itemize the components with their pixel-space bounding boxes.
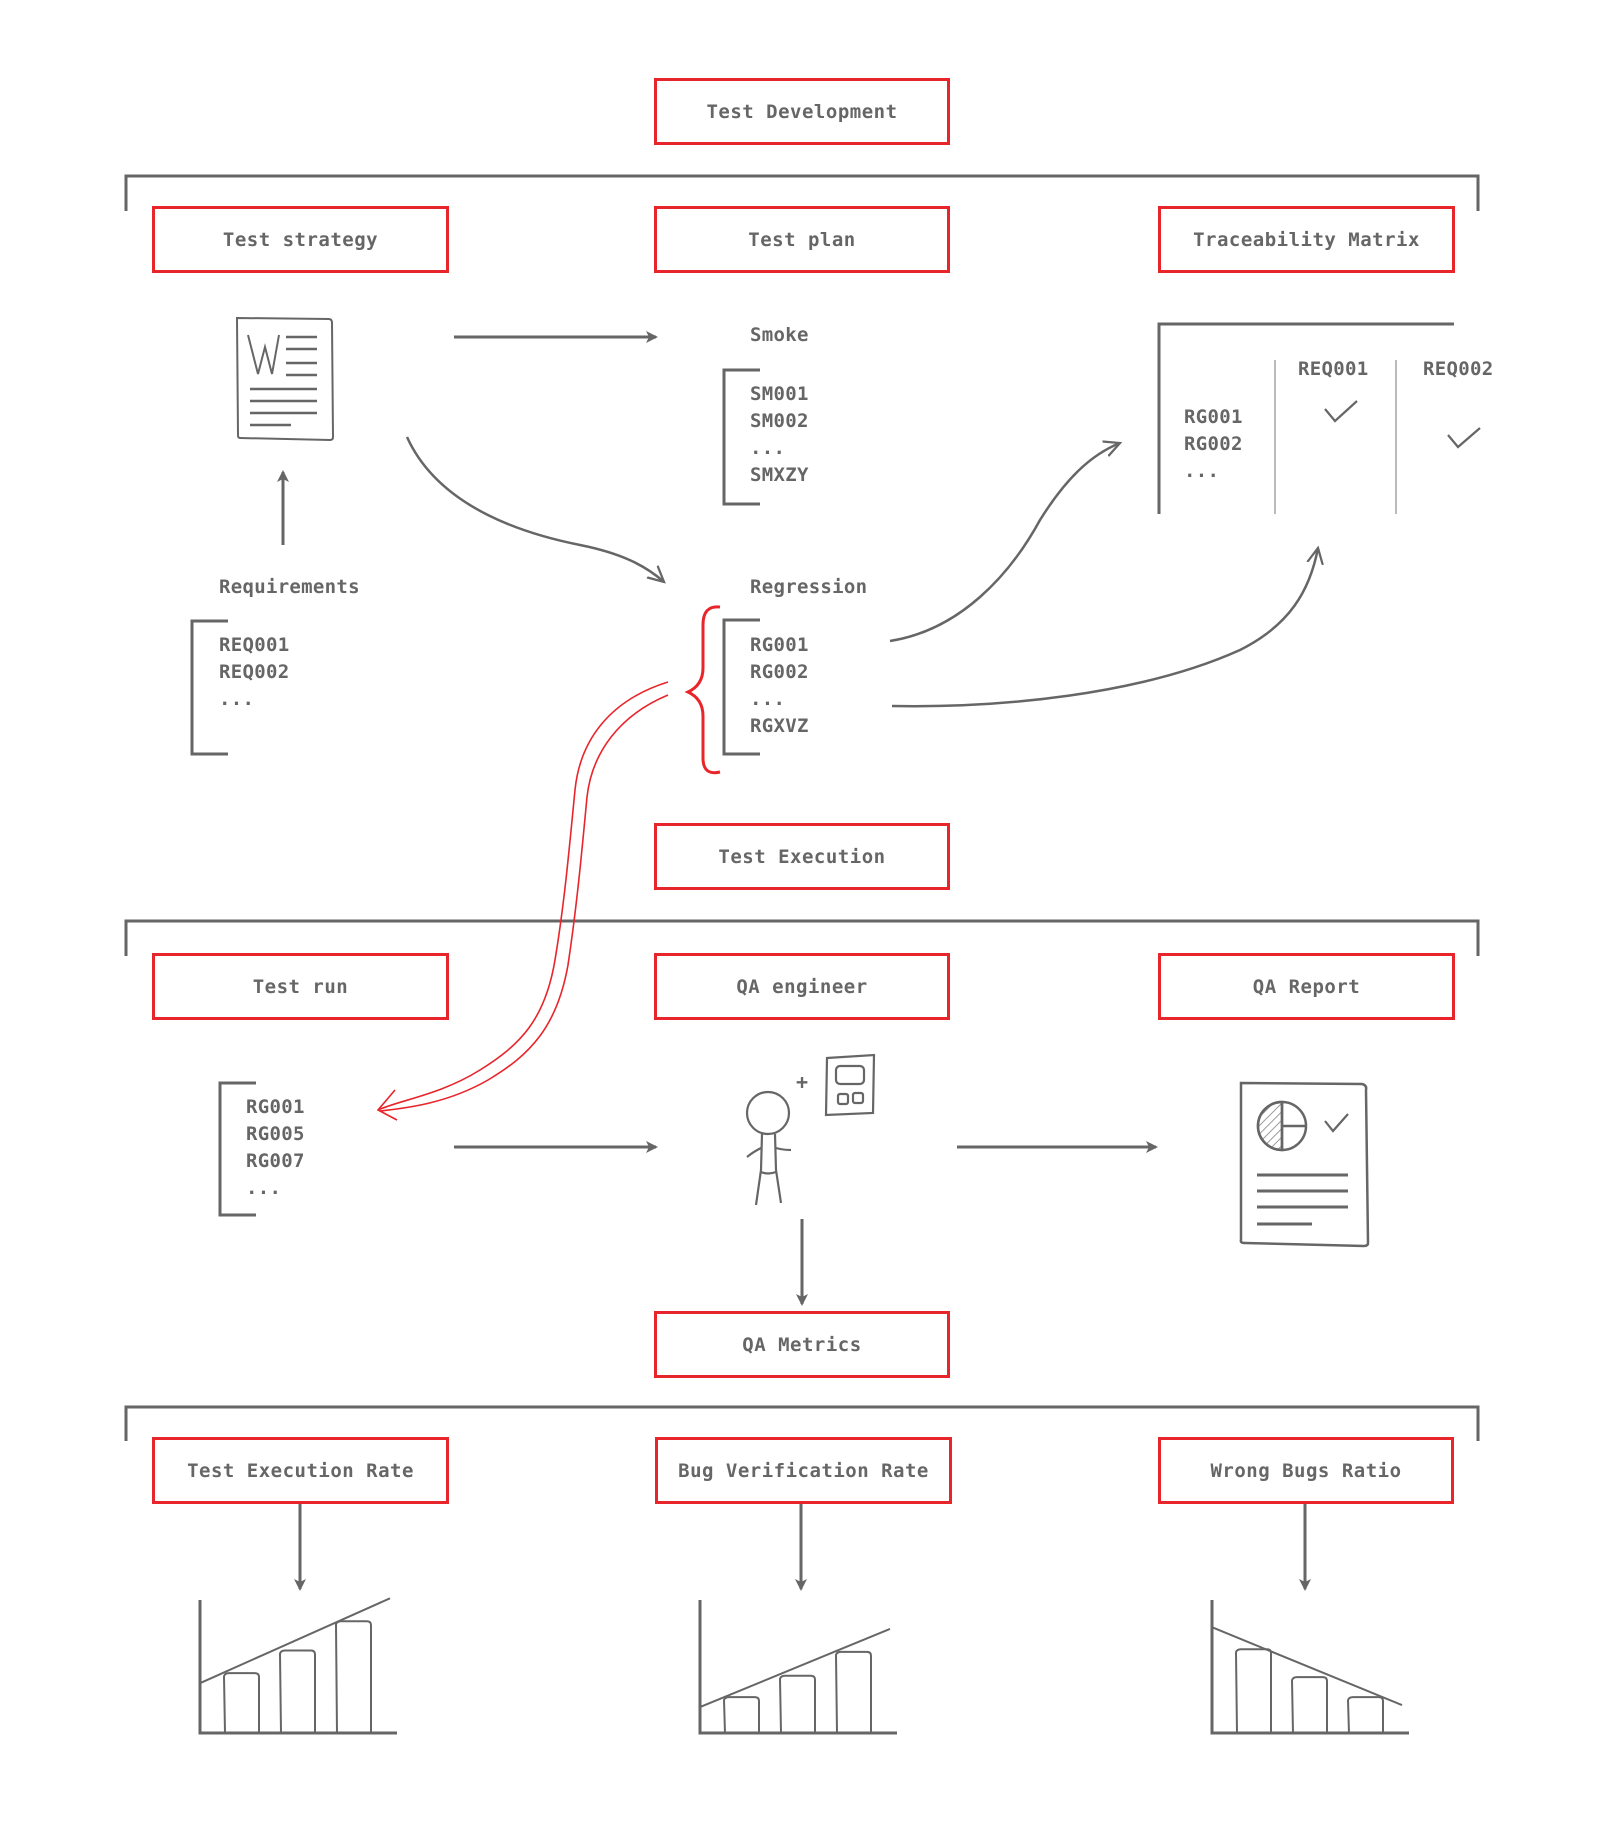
requirements-title: Requirements <box>219 576 360 598</box>
traceability-matrix-box: Traceability Matrix <box>1158 206 1455 273</box>
list-item: RG005 <box>246 1123 305 1145</box>
list-item: RG001 <box>246 1096 305 1118</box>
mini-chart-bar <box>1346 1696 1384 1734</box>
matrix-col-header: REQ001 <box>1298 358 1369 380</box>
arrow-regression-to-test-run <box>376 681 669 1121</box>
test-development-header: Test Development <box>654 78 950 145</box>
mini-chart-trend-line <box>1211 1626 1403 1707</box>
mini-chart-axes <box>1210 1600 1409 1735</box>
qa-report-box: QA Report <box>1158 953 1455 1020</box>
matrix-row-headers: RG001 RG002 ... <box>1184 404 1243 485</box>
list-item: REQ001 <box>219 634 290 656</box>
list-item: RGXVZ <box>750 715 809 737</box>
check-icon <box>1447 427 1481 449</box>
smoke-title: Smoke <box>750 324 809 346</box>
mini-chart-bar <box>278 1649 316 1734</box>
list-item: ... <box>750 437 786 459</box>
mini-chart-axes <box>198 1600 397 1735</box>
list-item: ... <box>750 688 786 710</box>
list-item: RG001 <box>750 634 809 656</box>
test-run-box: Test run <box>152 953 449 1020</box>
matrix-row-header: RG001 <box>1184 406 1243 428</box>
word-document-icon <box>235 316 335 442</box>
regression-title: Regression <box>750 576 868 598</box>
plus-sign: + <box>796 1070 809 1094</box>
list-item: ... <box>246 1177 282 1199</box>
mini-chart-bar <box>778 1674 816 1734</box>
person-with-calculator-icon <box>745 1053 876 1206</box>
mini-chart-bar <box>722 1696 760 1734</box>
metric-box-wrong-bugs-ratio: Wrong Bugs Ratio <box>1158 1437 1454 1504</box>
mini-chart-bar <box>1290 1676 1328 1734</box>
mini-chart-bar <box>834 1650 872 1734</box>
mini-chart-trend-line <box>699 1627 891 1709</box>
bracket-metrics <box>124 1405 1480 1441</box>
mini-chart-trend-line <box>199 1597 391 1685</box>
matrix-col-header: REQ002 <box>1423 358 1494 380</box>
list-item: REQ002 <box>219 661 290 683</box>
metric-charts <box>198 1597 1409 1735</box>
mini-chart-bar <box>222 1672 260 1734</box>
mini-chart-bar <box>334 1620 372 1734</box>
diagram-lines <box>124 174 1481 1735</box>
test-execution-header: Test Execution <box>654 823 950 890</box>
qa-metrics-header: QA Metrics <box>654 1311 950 1378</box>
list-item: SMXZY <box>750 464 809 486</box>
check-icon <box>1324 400 1358 423</box>
matrix-row-header: ... <box>1184 460 1220 482</box>
bracket-execution <box>124 919 1480 956</box>
test-run-list: RG001 RG005 RG007 ... <box>246 1094 305 1202</box>
arrow-regression-to-matrix-col <box>891 548 1318 708</box>
matrix-row-header: RG002 <box>1184 433 1243 455</box>
smoke-list: SM001 SM002 ... SMXZY <box>750 381 809 489</box>
list-item: RG002 <box>750 661 809 683</box>
list-item: SM002 <box>750 410 809 432</box>
metric-box-test-execution-rate: Test Execution Rate <box>152 1437 449 1504</box>
arrow-strategy-to-regression <box>405 436 664 582</box>
report-document-icon <box>1239 1081 1370 1248</box>
list-item: SM001 <box>750 383 809 405</box>
mini-chart-bar <box>1234 1648 1272 1734</box>
requirements-list: REQ001 REQ002 ... <box>219 632 289 713</box>
qa-engineer-box: QA engineer <box>654 953 950 1020</box>
test-plan-box: Test plan <box>654 206 950 273</box>
test-strategy-box: Test strategy <box>152 206 449 273</box>
list-item: RG007 <box>246 1150 305 1172</box>
arrow-regression-to-matrix-row <box>889 443 1120 643</box>
regression-list: RG001 RG002 ... RGXVZ <box>750 632 809 740</box>
metric-box-bug-verification-rate: Bug Verification Rate <box>655 1437 952 1504</box>
list-item: ... <box>219 688 255 710</box>
regression-red-brace <box>684 605 721 775</box>
